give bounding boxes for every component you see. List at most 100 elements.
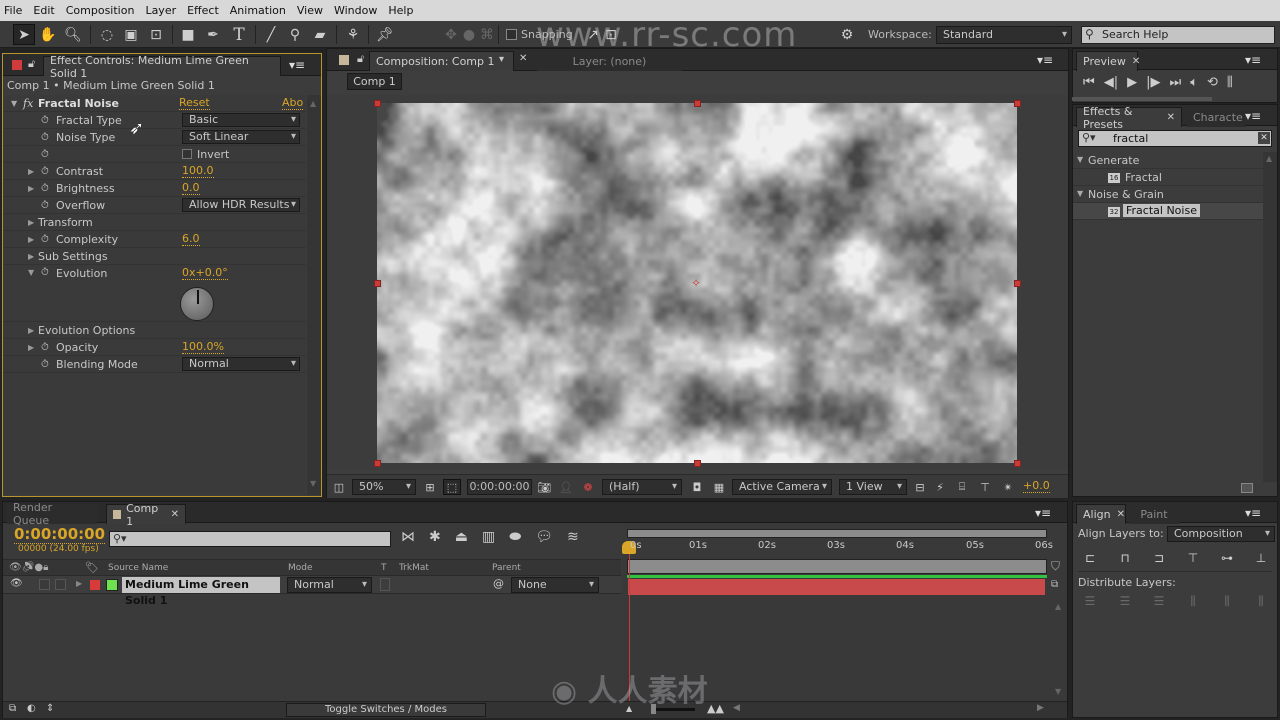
expand-triangle-icon[interactable]: ▼	[11, 99, 17, 108]
in-out-stretch-icon[interactable]: ⇕	[46, 703, 54, 714]
fast-preview-icon[interactable]: ⚡	[931, 479, 949, 495]
selection-tool-icon[interactable]: ➤	[13, 24, 35, 45]
stopwatch-icon[interactable]: ⏱	[41, 342, 49, 353]
solo-switch[interactable]	[39, 579, 50, 590]
expand-triangle-icon[interactable]: ▶	[28, 343, 34, 352]
time-zoom-slider[interactable]	[651, 704, 695, 714]
tree-category-noise-grain[interactable]: ▼ Noise & Grain	[1073, 186, 1263, 203]
comp-breadcrumb-button[interactable]: Comp 1	[347, 73, 402, 90]
panel-menu-icon[interactable]: ▾≡	[1035, 506, 1051, 520]
align-top-icon[interactable]: ⊤	[1184, 550, 1202, 566]
fx-icon[interactable]: fx	[23, 97, 33, 110]
fractal-type-dropdown[interactable]: Basic	[182, 113, 300, 127]
timeline-current-time[interactable]: 0:00:00:00	[14, 526, 106, 544]
toggle-pixel-aspect-icon[interactable]: ⊟	[911, 479, 929, 495]
evolution-value[interactable]: 0x+0.0°	[182, 267, 228, 280]
camera-tool-icon[interactable]: ▣	[120, 24, 142, 45]
lock-switch[interactable]	[55, 579, 66, 590]
brush-tool-icon[interactable]: ╱	[260, 24, 282, 45]
opacity-value[interactable]: 100.0%	[182, 340, 224, 354]
collapse-triangle-icon[interactable]: ▼	[1077, 155, 1083, 164]
collapse-triangle-icon[interactable]: ▼	[28, 268, 34, 277]
tree-item-fractal-noise[interactable]: 32 Fractal Noise	[1073, 203, 1263, 220]
snap-edge-icon[interactable]: ⊡	[600, 24, 622, 45]
tab-align[interactable]: Align ✕	[1076, 504, 1126, 524]
layer-duration-bar[interactable]	[628, 579, 1045, 595]
panel-menu-icon[interactable]: ▾≡	[1245, 109, 1261, 123]
layer-row[interactable]: 👁︎ ▶ Medium Lime Green Solid 1 Normal @ …	[3, 576, 621, 607]
new-folder-icon[interactable]	[1241, 483, 1253, 493]
expand-triangle-icon[interactable]: ▶	[76, 579, 82, 588]
column-t[interactable]: T	[381, 563, 387, 573]
layer-handle[interactable]	[374, 460, 381, 467]
close-tab-icon[interactable]: ✕	[1167, 112, 1175, 123]
distribute-left-icon[interactable]: ⫼	[1184, 593, 1202, 609]
align-to-dropdown[interactable]: Composition	[1167, 526, 1275, 542]
contrast-value[interactable]: 100.0	[182, 164, 214, 178]
complexity-value[interactable]: 6.0	[182, 232, 200, 246]
stopwatch-icon[interactable]: ⏱	[41, 200, 49, 211]
preserve-transparency-switch[interactable]	[380, 578, 390, 591]
flowchart-icon[interactable]: ⊤	[976, 479, 994, 495]
about-link[interactable]: Abo	[282, 96, 304, 110]
audio-icon[interactable]: 🔈︎	[1190, 75, 1198, 90]
tab-effects-presets[interactable]: Effects & Presets ✕	[1076, 105, 1182, 131]
hand-tool-icon[interactable]: ✋	[37, 24, 59, 45]
zoom-dropdown[interactable]: 50%	[352, 479, 416, 495]
overflow-dropdown[interactable]: Allow HDR Results	[182, 198, 300, 212]
comp-marker-bin-icon[interactable]: ⛉	[1051, 559, 1060, 574]
scroll-left-icon[interactable]: ◀	[733, 703, 740, 713]
zoom-tool-icon[interactable]: 🔍︎	[62, 24, 84, 45]
column-trkmat[interactable]: TrkMat	[399, 563, 429, 573]
column-parent[interactable]: Parent	[492, 563, 521, 573]
channel-rgb-icon[interactable]: ❁	[579, 479, 597, 495]
menu-layer[interactable]: Layer	[145, 4, 176, 17]
layer-label-color[interactable]	[90, 580, 100, 590]
tab-layer[interactable]: Layer: (none)	[537, 51, 682, 71]
scroll-right-icon[interactable]: ▶	[1037, 703, 1044, 713]
reset-link[interactable]: Reset	[179, 96, 210, 110]
layer-handle[interactable]	[1014, 280, 1021, 287]
time-graph[interactable]: ⛉ ⧉ ▲ ▼	[622, 524, 1067, 718]
graph-editor-icon[interactable]: ≋	[567, 529, 579, 545]
effect-controls-scrollbar[interactable]: ▲ ▼	[307, 95, 321, 495]
workspace-settings-icon[interactable]: ⚙	[836, 24, 858, 45]
clear-search-icon[interactable]: ✕	[1258, 132, 1270, 144]
eraser-tool-icon[interactable]: ▰	[309, 24, 331, 45]
workspace-dropdown[interactable]: Standard	[936, 26, 1072, 44]
timeline-search-input[interactable]: ⚲▾	[109, 531, 391, 547]
property-group-evolution-options[interactable]: ▶ Evolution Options	[3, 322, 306, 339]
zoom-in-icon[interactable]: ▲▲	[707, 702, 724, 715]
stopwatch-icon[interactable]: ⏱	[41, 166, 49, 177]
comp-mini-flowchart-icon[interactable]: ⋈	[401, 529, 415, 545]
layer-handle[interactable]	[374, 100, 381, 107]
effects-scrollbar[interactable]: ▲	[1263, 152, 1277, 482]
menu-animation[interactable]: Animation	[230, 4, 286, 17]
scroll-up-icon[interactable]: ▲	[1055, 602, 1061, 611]
previous-frame-icon[interactable]: ◀|	[1104, 75, 1118, 90]
property-group-sub-settings[interactable]: ▶ Sub Settings	[3, 248, 306, 265]
expand-triangle-icon[interactable]: ▶	[28, 326, 34, 335]
menu-file[interactable]: File	[4, 4, 22, 17]
draft-3d-icon[interactable]: ✱	[429, 529, 441, 545]
tab-effect-controls[interactable]: Effect Controls: Medium Lime Green Solid…	[43, 54, 281, 80]
always-preview-icon[interactable]: ◫	[330, 479, 348, 495]
lock-icon[interactable]: 🔓︎	[28, 57, 35, 71]
show-snapshot-icon[interactable]: 👤︎	[557, 479, 575, 495]
layer-mode-dropdown[interactable]: Normal	[287, 577, 372, 593]
reset-exposure-icon[interactable]: ✴	[999, 479, 1017, 495]
menu-view[interactable]: View	[297, 4, 323, 17]
expand-triangle-icon[interactable]: ▶	[28, 167, 34, 176]
effects-search-input[interactable]: fractal	[1078, 130, 1272, 147]
transfer-controls-icon[interactable]: ◐	[27, 703, 36, 714]
evolution-angle-dial[interactable]	[180, 287, 214, 321]
panel-menu-icon[interactable]: ▾≡	[1245, 506, 1261, 520]
align-left-icon[interactable]: ⊏	[1081, 550, 1099, 566]
hide-shy-layers-icon[interactable]: ⏏	[455, 529, 468, 545]
panel-menu-icon[interactable]: ▾≡	[1037, 53, 1053, 67]
tab-character[interactable]: Characte	[1187, 107, 1245, 127]
ram-preview-icon[interactable]: ⫼	[1227, 75, 1233, 90]
close-tab-icon[interactable]: ✕	[1132, 56, 1140, 67]
motion-blur-icon[interactable]: ⬬	[509, 529, 521, 545]
invert-checkbox[interactable]	[182, 149, 192, 159]
